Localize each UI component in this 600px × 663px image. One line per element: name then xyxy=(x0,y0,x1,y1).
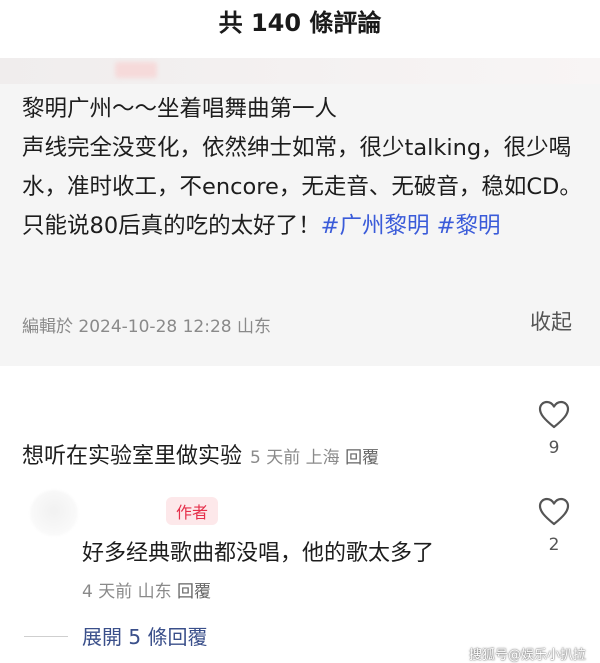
reply-text: 好多经典歌曲都没唱，他的歌太多了 xyxy=(82,541,435,566)
reply-meta: 4 天前 山东 回覆 xyxy=(82,577,211,602)
reply-like-count: 2 xyxy=(548,535,560,555)
comment-text: 想听在实验室里做实验 xyxy=(22,444,243,469)
reply-location: 山东 xyxy=(137,582,172,602)
expand-divider xyxy=(24,636,68,637)
collapse-button[interactable]: 收起 xyxy=(530,306,572,336)
post-author-bar xyxy=(0,58,600,84)
hashtag-guangzhou-liming[interactable]: #广州黎明 xyxy=(321,213,430,239)
blurred-author-name xyxy=(115,62,157,78)
heart-icon xyxy=(538,497,570,526)
heart-icon xyxy=(538,400,570,429)
comment: 想听在实验室里做实验 5 天前 上海 回覆 xyxy=(22,438,379,470)
comment-time: 5 天前 xyxy=(250,448,301,468)
avatar[interactable] xyxy=(30,490,78,536)
post-body: 黎明广州～～坐着唱舞曲第一人 声线完全没变化，依然绅士如常，很少talking，… xyxy=(22,90,582,246)
comments-count-title: 共 140 條評論 xyxy=(218,9,382,37)
comment-reply-button[interactable]: 回覆 xyxy=(345,448,379,468)
author-badge: 作者 xyxy=(166,497,219,525)
reply-like-button[interactable]: 2 xyxy=(534,497,574,555)
post-meta: 編輯於 2024-10-28 12:28 山东 xyxy=(22,317,271,337)
reply-time: 4 天前 xyxy=(82,582,133,602)
comment-like-button[interactable]: 9 xyxy=(534,400,574,458)
post-card: 黎明广州～～坐着唱舞曲第一人 声线完全没变化，依然绅士如常，很少talking，… xyxy=(0,58,600,366)
reply-reply-button[interactable]: 回覆 xyxy=(177,582,211,602)
comment-meta: 5 天前 上海 回覆 xyxy=(250,448,379,468)
watermark: 搜狐号@娱乐小扒拉 xyxy=(468,648,586,663)
hashtag-liming[interactable]: #黎明 xyxy=(437,213,501,239)
expand-replies-button[interactable]: 展開 5 條回覆 xyxy=(82,621,207,650)
comment-location: 上海 xyxy=(305,448,340,468)
comment-like-count: 9 xyxy=(548,438,560,458)
